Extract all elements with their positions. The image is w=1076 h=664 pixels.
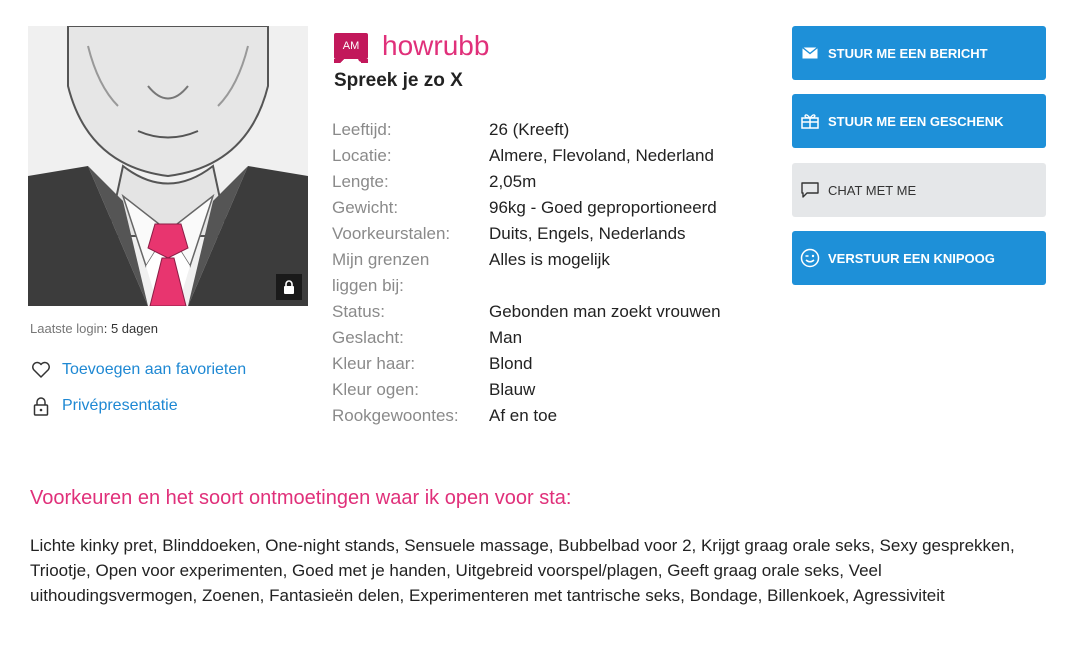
send-wink-button[interactable]: VERSTUUR EEN KNIPOOG <box>792 231 1046 285</box>
chat-label: CHAT MET ME <box>828 182 917 198</box>
preferences-text: Lichte kinky pret, Blinddoeken, One-nigh… <box>30 536 1015 605</box>
last-login: Laatste login: 5 dagen <box>30 321 158 336</box>
gift-icon <box>800 111 820 131</box>
wink-icon <box>800 248 820 268</box>
detail-row-smoking: Rookgewoontes: Af en toe <box>332 403 721 429</box>
last-login-value: : 5 dagen <box>103 321 158 336</box>
detail-label: Leeftijd: <box>332 120 392 139</box>
send-wink-label: VERSTUUR EEN KNIPOOG <box>828 250 995 266</box>
detail-row-languages: Voorkeurstalen: Duits, Engels, Nederlands <box>332 221 721 247</box>
detail-row-status: Status: Gebonden man zoekt vrouwen <box>332 299 721 325</box>
preferences-title: Voorkeuren en het soort ontmoetingen waa… <box>30 487 572 509</box>
private-presentation-label[interactable]: Privépresentatie <box>62 397 178 415</box>
send-gift-button[interactable]: STUUR ME EEN GESCHENK <box>792 94 1046 148</box>
profile-header: AM howrubb Spreek je zo X <box>334 30 489 92</box>
profile-subtitle: Spreek je zo X <box>334 70 463 91</box>
envelope-icon <box>800 43 820 63</box>
send-message-button[interactable]: STUUR ME EEN BERICHT <box>792 26 1046 80</box>
detail-label: Kleur haar: <box>332 354 416 373</box>
profile-details: Leeftijd: 26 (Kreeft) Locatie: Almere, Fle… <box>332 117 721 429</box>
avatar-illustration <box>28 26 308 306</box>
detail-value: Af en toe <box>489 406 558 425</box>
detail-label: liggen bij: <box>332 276 404 295</box>
detail-row-age: Leeftijd: 26 (Kreeft) <box>332 117 721 143</box>
detail-value: 2,05m <box>489 172 537 191</box>
detail-row-limits: Mijn grenzen Alles is mogelijk <box>332 247 721 273</box>
detail-label: Locatie: <box>332 146 392 165</box>
detail-value: 26 (Kreeft) <box>489 120 570 139</box>
padlock-icon <box>30 395 52 417</box>
send-message-label: STUUR ME EEN BERICHT <box>828 45 988 61</box>
detail-value: Gebonden man zoekt vrouwen <box>489 302 721 321</box>
send-gift-label: STUUR ME EEN GESCHENK <box>828 113 1004 129</box>
detail-value: Man <box>489 328 523 347</box>
add-favorite-label[interactable]: Toevoegen aan favorieten <box>62 361 246 379</box>
last-login-label: Laatste login <box>30 321 104 336</box>
detail-label: Gewicht: <box>332 198 399 217</box>
detail-row-limits-cont: liggen bij: <box>332 273 721 299</box>
chat-bubble-icon <box>800 180 820 200</box>
detail-value: Blond <box>489 354 533 373</box>
am-logo-badge: AM <box>334 33 368 63</box>
detail-label: Status: <box>332 302 385 321</box>
detail-value: Duits, Engels, Nederlands <box>489 224 686 243</box>
username: howrubb <box>382 30 490 61</box>
detail-value: 96kg - Goed geproportioneerd <box>489 198 717 217</box>
profile-photo[interactable] <box>28 26 308 306</box>
detail-row-gender: Geslacht: Man <box>332 325 721 351</box>
private-presentation-link[interactable]: Privépresentatie <box>30 395 178 417</box>
detail-row-height: Lengte: 2,05m <box>332 169 721 195</box>
detail-value: Almere, Flevoland, Nederland <box>489 146 714 165</box>
add-favorite-link[interactable]: Toevoegen aan favorieten <box>30 359 246 381</box>
private-photo-badge <box>276 274 302 300</box>
detail-label: Rookgewoontes: <box>332 406 459 425</box>
detail-row-weight: Gewicht: 96kg - Goed geproportioneerd <box>332 195 721 221</box>
detail-value: Alles is mogelijk <box>489 250 610 269</box>
detail-value: Blauw <box>489 380 536 399</box>
detail-label: Geslacht: <box>332 328 404 347</box>
detail-label: Kleur ogen: <box>332 380 419 399</box>
detail-row-location: Locatie: Almere, Flevoland, Nederland <box>332 143 721 169</box>
detail-row-hair-color: Kleur haar: Blond <box>332 351 721 377</box>
detail-label: Voorkeurstalen: <box>332 224 451 243</box>
chat-button[interactable]: CHAT MET ME <box>792 163 1046 217</box>
heart-icon <box>30 359 52 381</box>
detail-label: Mijn grenzen <box>332 250 430 269</box>
detail-row-eye-color: Kleur ogen: Blauw <box>332 377 721 403</box>
lock-icon <box>284 280 294 294</box>
detail-label: Lengte: <box>332 172 389 191</box>
